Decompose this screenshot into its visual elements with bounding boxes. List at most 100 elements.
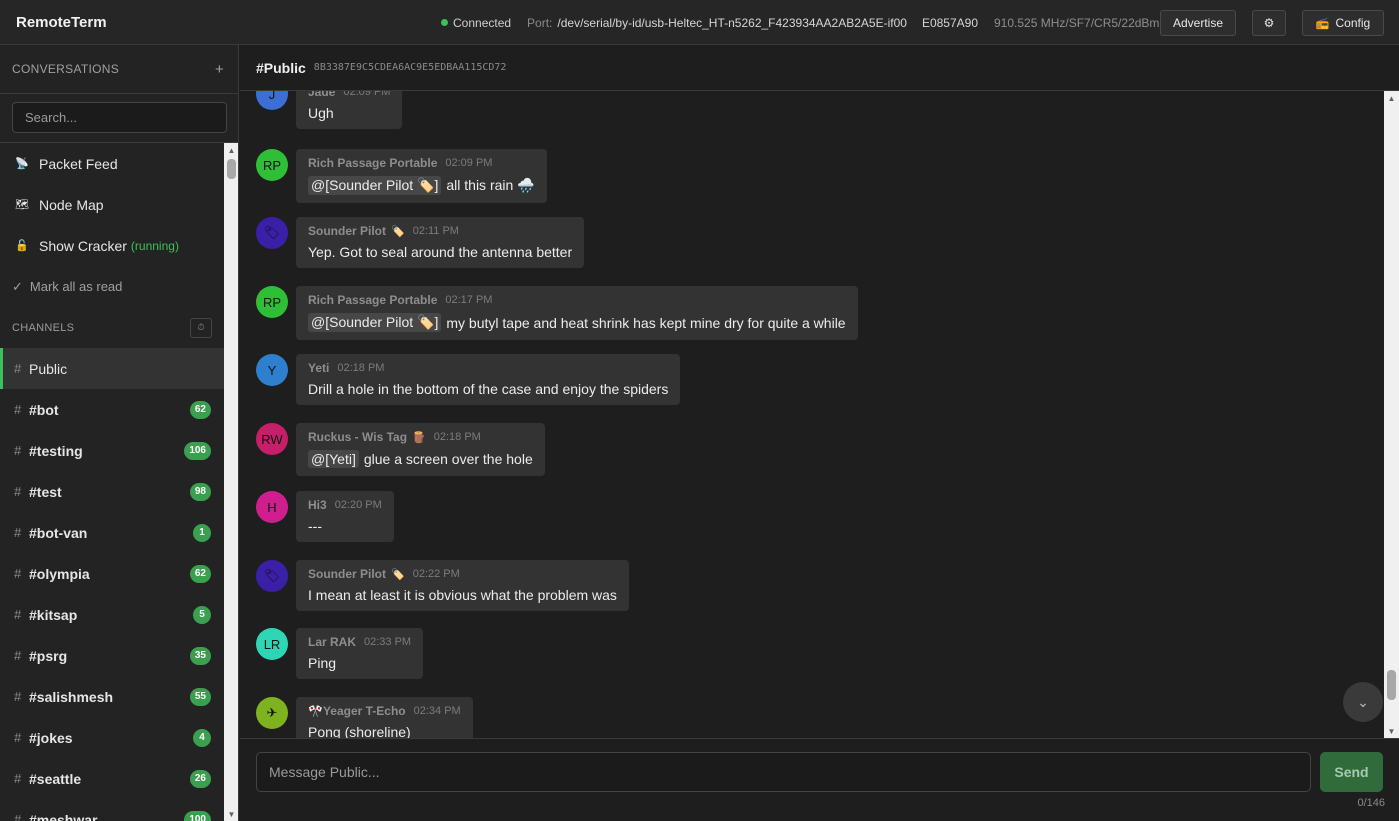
- channel-item[interactable]: # #meshwar 100: [0, 799, 224, 821]
- port-path: /dev/serial/by-id/usb-Heltec_HT-n5262_F4…: [557, 15, 907, 30]
- gear-icon: ⚙: [1263, 16, 1275, 30]
- sender-name[interactable]: Yeti: [308, 361, 329, 375]
- message-text-row: Drill a hole in the bottom of the case a…: [308, 381, 668, 397]
- add-conversation-icon[interactable]: +: [215, 61, 224, 78]
- avatar[interactable]: H: [256, 491, 288, 523]
- message-list: J Jade 02:09 PM Ugh RP Rich Passage Portable 0…: [240, 91, 1384, 738]
- channel-item[interactable]: # #bot-van 1: [0, 512, 224, 553]
- messages-scrollbar[interactable]: ▲ ▼: [1384, 91, 1399, 738]
- message-item: ✈ 🎌Yeager T-Echo 02:34 PM Pong (shoreline): [256, 697, 473, 738]
- scroll-up-arrow-icon[interactable]: ▲: [1384, 91, 1399, 105]
- avatar[interactable]: LR: [256, 628, 288, 660]
- channel-item[interactable]: # #salishmesh 55: [0, 676, 224, 717]
- search-input[interactable]: [12, 102, 227, 133]
- advertise-button[interactable]: Advertise: [1160, 10, 1236, 36]
- channel-item[interactable]: # #testing 106: [0, 430, 224, 471]
- scroll-thumb[interactable]: [227, 159, 236, 179]
- message-meta: Rich Passage Portable 02:09 PM: [308, 156, 535, 170]
- mention[interactable]: @[Sounder Pilot 🏷️]: [308, 313, 442, 332]
- message-meta: Ruckus - Wis Tag 🪵 02:18 PM: [308, 430, 533, 444]
- avatar[interactable]: RP: [256, 149, 288, 181]
- checkmark-icon: ✓: [12, 278, 23, 294]
- sidebar-scrollbar[interactable]: ▲ ▼: [224, 143, 238, 821]
- search-container: [0, 94, 238, 143]
- channel-item[interactable]: # #olympia 62: [0, 553, 224, 594]
- message-meta: 🎌Yeager T-Echo 02:34 PM: [308, 704, 461, 718]
- avatar[interactable]: RW: [256, 423, 288, 455]
- channel-name: #testing: [29, 442, 83, 459]
- avatar[interactable]: Y: [256, 354, 288, 386]
- unread-badge: 1: [193, 523, 211, 542]
- mention[interactable]: @[Sounder Pilot 🏷️]: [308, 176, 442, 195]
- status-text: Connected: [453, 15, 512, 30]
- send-button[interactable]: Send: [1320, 752, 1383, 792]
- message-meta: Rich Passage Portable 02:17 PM: [308, 293, 846, 307]
- scroll-down-arrow-icon[interactable]: ▼: [1384, 724, 1399, 738]
- channel-item[interactable]: # #bot 62: [0, 389, 224, 430]
- sender-name[interactable]: Rich Passage Portable: [308, 156, 437, 170]
- top-bar: RemoteTerm Connected Port: /dev/serial/b…: [0, 0, 1399, 45]
- nav-show-cracker[interactable]: 🔓 Show Cracker (running): [0, 225, 224, 266]
- channel-name: #bot: [29, 401, 59, 418]
- channel-name: #bot-van: [29, 524, 88, 541]
- channel-name: #jokes: [29, 729, 73, 746]
- sender-name[interactable]: Sounder Pilot: [308, 224, 386, 238]
- channel-item[interactable]: # #jokes 4: [0, 717, 224, 758]
- avatar[interactable]: 🏷: [256, 560, 288, 592]
- scroll-up-arrow-icon[interactable]: ▲: [224, 143, 238, 157]
- message-text: ---: [308, 518, 322, 534]
- hash-icon: #: [14, 812, 22, 821]
- message-text: Yep. Got to seal around the antenna bett…: [308, 244, 573, 260]
- sender-name[interactable]: Sounder Pilot: [308, 567, 386, 581]
- channel-item[interactable]: # #psrg 35: [0, 635, 224, 676]
- message-bubble: Sounder Pilot 🏷️ 02:11 PM Yep. Got to seal …: [296, 217, 585, 268]
- channel-name: #meshwar: [29, 811, 98, 821]
- channel-item[interactable]: # #seattle 26: [0, 758, 224, 799]
- message-bubble: Jade 02:09 PM Ugh: [296, 91, 403, 129]
- channel-item[interactable]: # #test 98: [0, 471, 224, 512]
- sender-tag-icon: 🏷️: [391, 568, 405, 581]
- avatar[interactable]: ✈: [256, 697, 288, 729]
- sender-name[interactable]: Ruckus - Wis Tag: [308, 430, 407, 444]
- nav-node-map[interactable]: 🗺 Node Map: [0, 184, 224, 225]
- channel-name: #olympia: [29, 565, 90, 582]
- message-time: 02:09 PM: [343, 91, 391, 98]
- scroll-down-arrow-icon[interactable]: ▼: [224, 807, 238, 821]
- timer-icon[interactable]: ⏱: [190, 317, 212, 338]
- sender-tag-icon: 🪵: [412, 431, 426, 444]
- channel-key: 8B3387E9C5CDEA6AC9E5EDBAA115CD72: [313, 62, 507, 73]
- sender-name[interactable]: Rich Passage Portable: [308, 293, 437, 307]
- avatar[interactable]: J: [256, 91, 288, 110]
- message-bubble: Hi3 02:20 PM ---: [296, 491, 394, 542]
- message-item: Y Yeti 02:18 PM Drill a hole in the bottom …: [256, 354, 681, 405]
- scroll-thumb[interactable]: [1387, 670, 1396, 700]
- sender-name[interactable]: 🎌Yeager T-Echo: [308, 704, 406, 718]
- message-text-row: @[Sounder Pilot 🏷️] all this rain 🌧️: [308, 176, 535, 195]
- hash-icon: #: [14, 689, 22, 704]
- channels-header: CHANNELS ⏱: [0, 307, 224, 348]
- mention[interactable]: @[Yeti]: [308, 450, 359, 468]
- message-bubble: Rich Passage Portable 02:09 PM @[Sounder P…: [296, 149, 547, 203]
- channel-name: Public: [29, 360, 68, 377]
- avatar[interactable]: RP: [256, 286, 288, 318]
- message-meta: Yeti 02:18 PM: [308, 361, 668, 375]
- message-input[interactable]: [256, 752, 1311, 792]
- nav-packet-feed[interactable]: 📡 Packet Feed: [0, 143, 224, 184]
- scroll-to-bottom-button[interactable]: ⌄: [1343, 682, 1383, 722]
- message-bubble: 🎌Yeager T-Echo 02:34 PM Pong (shoreline): [296, 697, 473, 738]
- sender-name[interactable]: Jade: [308, 91, 335, 99]
- settings-button[interactable]: ⚙: [1252, 10, 1286, 36]
- avatar[interactable]: 🏷: [256, 217, 288, 249]
- sender-name[interactable]: Lar RAK: [308, 635, 356, 649]
- unread-badge: 62: [189, 564, 211, 583]
- channel-item[interactable]: # Public: [0, 348, 224, 389]
- mark-all-read-button[interactable]: ✓ Mark all as read: [0, 266, 224, 307]
- conversations-label: CONVERSATIONS: [12, 62, 120, 76]
- message-item: J Jade 02:09 PM Ugh: [256, 91, 403, 129]
- config-button[interactable]: 📻 Config: [1302, 10, 1384, 36]
- message-time: 02:11 PM: [412, 225, 459, 237]
- channels-label: CHANNELS: [12, 321, 75, 334]
- channel-item[interactable]: # #kitsap 5: [0, 594, 224, 635]
- sender-name[interactable]: Hi3: [308, 498, 327, 512]
- unread-badge: 55: [189, 687, 211, 706]
